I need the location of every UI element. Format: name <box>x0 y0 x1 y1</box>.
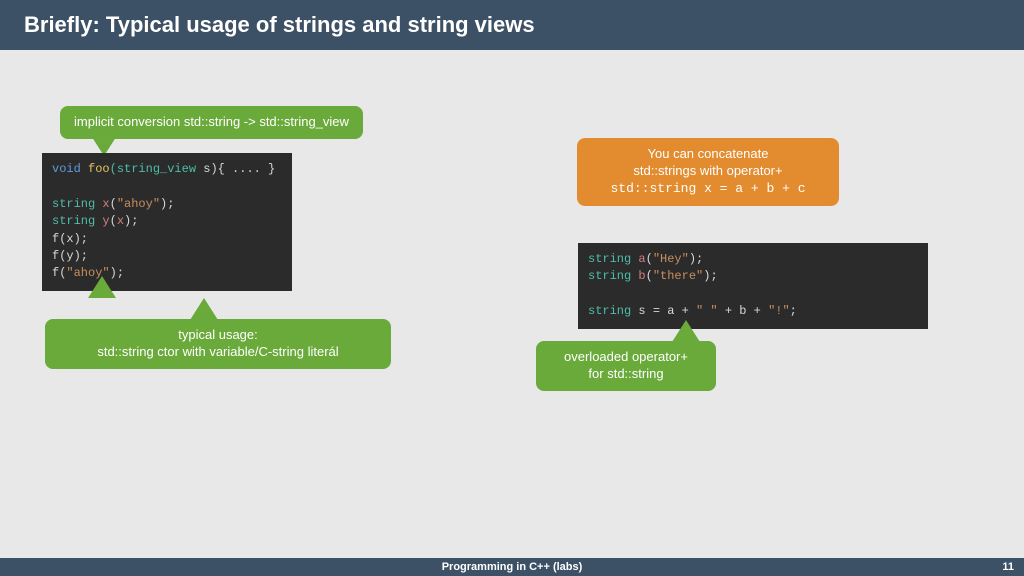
slide-body: implicit conversion std::string -> std::… <box>0 50 1024 550</box>
callout-typical-usage: typical usage: std::string ctor with var… <box>45 319 391 369</box>
callout-code-line: std::string x = a + b + c <box>610 181 805 196</box>
callout-pointer-icon <box>88 276 116 298</box>
code-block-left: void foo(string_view s){ .... } string x… <box>42 153 292 291</box>
callout-line: overloaded operator+ <box>564 349 688 364</box>
callout-line: std::strings with operator+ <box>633 163 782 178</box>
callout-line: typical usage: <box>178 327 258 342</box>
callout-line: You can concatenate <box>648 146 769 161</box>
callout-line: std::string ctor with variable/C-string … <box>97 344 338 359</box>
footer-course: Programming in C++ (labs) <box>0 561 1024 573</box>
callout-overloaded-op: overloaded operator+ for std::string <box>536 341 716 391</box>
footer-page-number: 11 <box>1002 561 1014 573</box>
callout-line: for std::string <box>588 366 663 381</box>
callout-pointer-icon <box>190 298 218 320</box>
callout-pointer-icon <box>672 320 700 342</box>
code-block-right: string a("Hey"); string b("there"); stri… <box>578 243 928 329</box>
slide-title: Briefly: Typical usage of strings and st… <box>0 0 1024 50</box>
callout-concat: You can concatenate std::strings with op… <box>577 138 839 206</box>
slide-footer: Programming in C++ (labs) 11 <box>0 558 1024 576</box>
